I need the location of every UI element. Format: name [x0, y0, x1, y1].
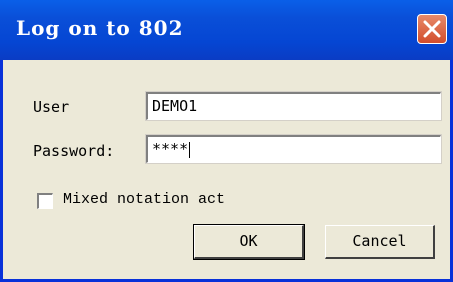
password-input-value: ****: [152, 140, 189, 158]
password-label: Password:: [33, 142, 115, 160]
dialog-title: Log on to 802: [16, 16, 184, 40]
user-label: User: [33, 98, 70, 116]
ok-button[interactable]: OK: [193, 224, 305, 260]
logon-dialog: Log on to 802 User DEMO1 Password: **** …: [0, 0, 453, 282]
mixed-notation-checkbox[interactable]: [37, 193, 53, 209]
password-input[interactable]: ****: [145, 134, 442, 164]
user-input[interactable]: DEMO1: [145, 91, 442, 121]
cancel-button[interactable]: Cancel: [325, 225, 435, 259]
text-caret: [189, 141, 191, 158]
close-icon: [423, 20, 441, 38]
user-input-value: DEMO1: [152, 97, 198, 115]
mixed-notation-label: Mixed notation act: [63, 191, 226, 208]
close-button[interactable]: [417, 14, 447, 44]
title-bar: Log on to 802: [0, 0, 453, 60]
